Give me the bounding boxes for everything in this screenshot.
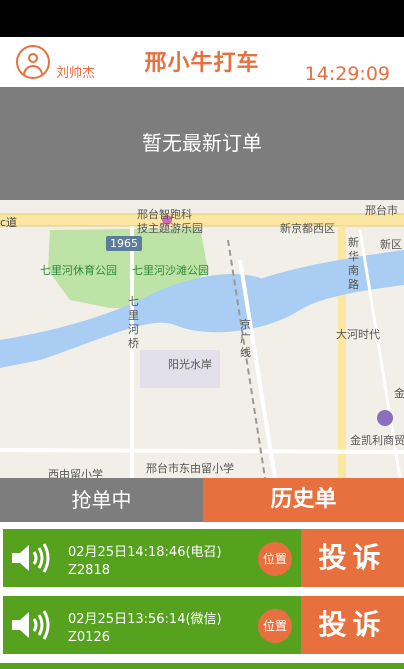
map-label-community: 大河时代 bbox=[336, 328, 380, 341]
tab-history-orders[interactable]: 历史单 bbox=[203, 478, 404, 522]
location-button[interactable]: 位置 bbox=[258, 609, 292, 643]
map-label-park-left: 七里河休育公园 bbox=[40, 264, 117, 277]
map-label-park-b: 技主题游乐园 bbox=[137, 222, 203, 235]
map-label-hotel-top: 邢台市 bbox=[365, 204, 398, 217]
speaker-icon[interactable] bbox=[10, 609, 52, 641]
order-plate: Z2818 bbox=[68, 563, 110, 578]
speaker-icon[interactable] bbox=[10, 542, 52, 574]
order-tabs: 抢单中 历史单 bbox=[0, 478, 404, 522]
clock: 14:29:09 bbox=[304, 63, 390, 85]
complain-button[interactable]: 投诉 bbox=[301, 596, 404, 654]
map-label-jin: 金 bbox=[394, 387, 404, 400]
map-label-road-vertical: 新华南路 bbox=[348, 236, 359, 291]
order-timestamp: 02月25日13:56:14(微信) bbox=[68, 612, 222, 627]
map-label-school-left: 西由留小学 bbox=[48, 468, 103, 478]
tab-grab-orders[interactable]: 抢单中 bbox=[0, 478, 203, 522]
map-label-rail: 京广线 bbox=[240, 318, 251, 359]
map-label-bridge: 七里河桥 bbox=[128, 295, 139, 350]
app-header: 刘帅杰 邢小牛打车 14:29:09 bbox=[0, 37, 404, 87]
map-label-park-mid: 七里河沙滩公园 bbox=[132, 264, 209, 277]
map-label-school-mid: 邢台市东由留小学 bbox=[146, 462, 234, 475]
order-timestamp: 02月25日14:18:46(电召) bbox=[68, 545, 222, 560]
map-label-district-right: 新区 bbox=[380, 238, 402, 251]
location-button[interactable]: 位置 bbox=[258, 542, 292, 576]
new-order-banner[interactable]: 暂无最新订单 bbox=[0, 87, 404, 200]
road-badge: 1965 bbox=[106, 236, 142, 251]
status-bar bbox=[0, 0, 404, 37]
complain-button[interactable]: 投诉 bbox=[301, 529, 404, 587]
map-label-estate: 阳光水岸 bbox=[168, 358, 212, 371]
map-label-edge-road: c道 bbox=[0, 216, 18, 229]
map-label-district: 新京都西区 bbox=[280, 222, 335, 235]
map-view[interactable]: c道 邢台智跑科 技主题游乐园 邢台市 新京都西区 新区 新华南路 1965 七… bbox=[0, 200, 404, 478]
list-item[interactable]: 02月25日14:18:46(电召) Z2818 位置 投诉 bbox=[0, 529, 404, 587]
map-label-shop: 金凯利商贸 bbox=[350, 434, 404, 447]
list-item[interactable]: 02月25日13:56:14(微信) Z0126 位置 投诉 bbox=[0, 596, 404, 654]
list-item-partial bbox=[0, 663, 404, 669]
order-plate: Z0126 bbox=[68, 630, 110, 645]
